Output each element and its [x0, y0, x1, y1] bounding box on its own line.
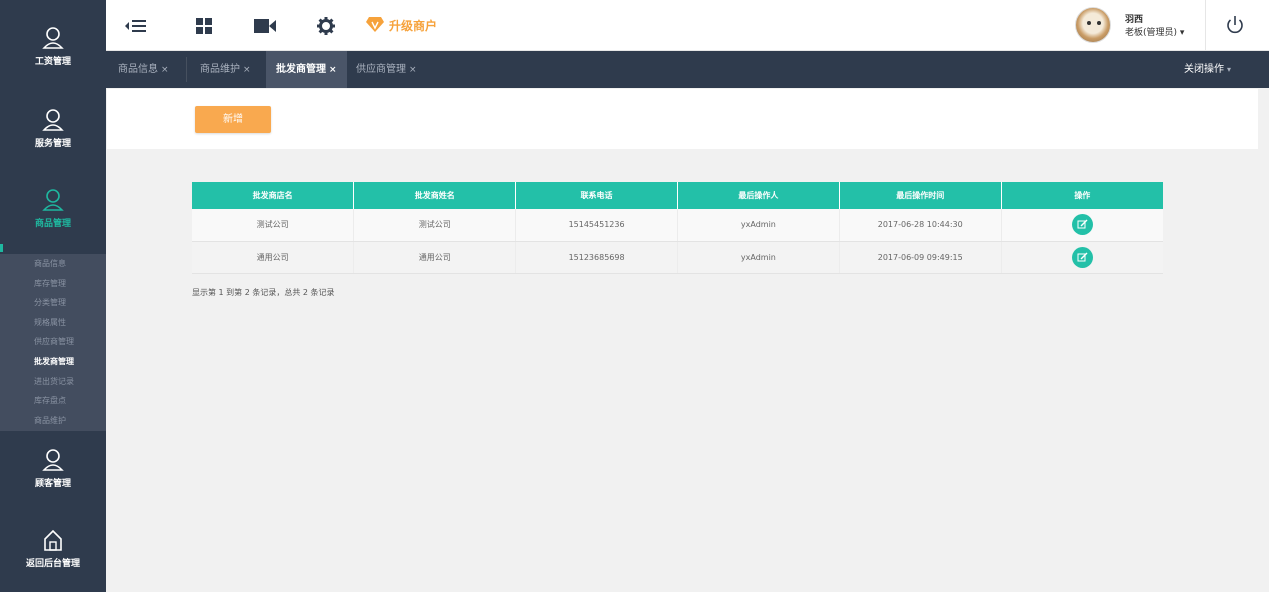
- avatar[interactable]: [1075, 7, 1111, 43]
- column-header[interactable]: 最后操作人: [677, 182, 840, 209]
- user-icon: [0, 448, 106, 472]
- tab-goods-maintain[interactable]: 商品维护 ×: [190, 51, 261, 88]
- user-role-label: 老板(管理员): [1125, 28, 1178, 38]
- top-header: 升级商户 羽西 老板(管理员) ▾: [106, 0, 1269, 51]
- cell-phone: 15123685698: [515, 241, 678, 274]
- close-operations-dropdown[interactable]: 关闭操作 ▾: [1184, 51, 1231, 88]
- upgrade-label: 升级商户: [389, 18, 438, 33]
- submenu-item[interactable]: 供应商管理: [0, 332, 106, 352]
- toolbar: 新增: [107, 89, 1258, 149]
- submenu-item[interactable]: 进出货记录: [0, 372, 106, 392]
- table-row: 测试公司 测试公司 15145451236 yxAdmin 2017-06-28…: [192, 209, 1163, 242]
- scroll-gutter: [1258, 89, 1269, 592]
- submenu-item[interactable]: 规格属性: [0, 313, 106, 333]
- table-row: 通用公司 通用公司 15123685698 yxAdmin 2017-06-09…: [192, 241, 1163, 274]
- cell-owner-name: 通用公司: [353, 241, 517, 274]
- upgrade-button[interactable]: 升级商户: [366, 14, 437, 36]
- video-icon[interactable]: [252, 14, 276, 38]
- nav-back-admin[interactable]: 返回后台管理: [0, 504, 106, 584]
- nav-goods[interactable]: 商品管理: [0, 164, 106, 244]
- caret-down-icon: ▾: [1179, 28, 1185, 38]
- close-icon[interactable]: ×: [409, 65, 417, 75]
- nav-label: 商品管理: [34, 219, 71, 229]
- nav-label: 返回后台管理: [25, 559, 80, 569]
- user-icon: [0, 188, 106, 212]
- cell-store-name: 通用公司: [192, 241, 355, 274]
- cell-actions: [1001, 209, 1163, 242]
- user-name: 羽西: [1125, 15, 1144, 25]
- power-icon[interactable]: [1224, 14, 1246, 36]
- tab-label: 商品信息: [118, 64, 158, 75]
- cell-store-name: 测试公司: [192, 209, 355, 242]
- submenu-item[interactable]: 库存盘点: [0, 391, 106, 411]
- tab-label: 供应商管理: [356, 64, 406, 75]
- settings-icon[interactable]: [314, 14, 338, 38]
- cell-actions: [1001, 241, 1163, 274]
- diamond-icon: [366, 15, 384, 36]
- tab-wholesaler[interactable]: 批发商管理 ×: [266, 51, 347, 88]
- user-icon: [0, 26, 106, 50]
- header-divider: [1205, 0, 1206, 51]
- tab-label: 批发商管理: [276, 64, 326, 75]
- nav-salary[interactable]: 工资管理: [0, 2, 106, 82]
- nav-label: 服务管理: [34, 139, 71, 149]
- close-icon[interactable]: ×: [161, 65, 169, 75]
- nav-service[interactable]: 服务管理: [0, 84, 106, 164]
- pagination-info: 显示第 1 到第 2 条记录，总共 2 条记录: [192, 288, 335, 297]
- submenu-item[interactable]: 商品信息: [0, 254, 106, 274]
- cell-operator: yxAdmin: [677, 209, 840, 242]
- close-icon[interactable]: ×: [329, 65, 337, 75]
- wholesaler-table: 批发商店名 批发商姓名 联系电话 最后操作人 最后操作时间 操作 测试公司 测试…: [192, 182, 1163, 274]
- submenu-item[interactable]: 库存管理: [0, 274, 106, 294]
- caret-down-icon: ▾: [1226, 65, 1231, 74]
- close-icon[interactable]: ×: [243, 65, 251, 75]
- nav-customer[interactable]: 顾客管理: [0, 424, 106, 504]
- column-header: 操作: [1001, 182, 1163, 209]
- table-header-row: 批发商店名 批发商姓名 联系电话 最后操作人 最后操作时间 操作: [192, 182, 1163, 209]
- submenu-item[interactable]: 分类管理: [0, 293, 106, 313]
- submenu-item-active[interactable]: 批发商管理: [0, 352, 106, 372]
- menu-toggle-icon[interactable]: [124, 14, 148, 38]
- tab-divider: [186, 57, 187, 82]
- close-ops-label: 关闭操作: [1183, 64, 1224, 75]
- column-header[interactable]: 最后操作时间: [839, 182, 1002, 209]
- cell-time: 2017-06-09 09:49:15: [839, 241, 1002, 274]
- tab-bar: 商品信息 × 商品维护 × 批发商管理 × 供应商管理 × 关闭操作 ▾: [106, 51, 1269, 88]
- tab-supplier[interactable]: 供应商管理 ×: [346, 51, 427, 88]
- submenu: 商品信息 库存管理 分类管理 规格属性 供应商管理 批发商管理 进出货记录 库存…: [0, 254, 106, 431]
- user-role-dropdown[interactable]: 老板(管理员) ▾: [1125, 25, 1184, 38]
- edit-icon[interactable]: [1071, 214, 1093, 236]
- add-button[interactable]: 新增: [195, 106, 271, 133]
- edit-icon[interactable]: [1071, 246, 1093, 268]
- user-icon: [0, 108, 106, 132]
- grid-icon[interactable]: [192, 14, 216, 38]
- cell-operator: yxAdmin: [677, 241, 840, 274]
- cell-phone: 15145451236: [515, 209, 678, 242]
- tab-goods-info[interactable]: 商品信息 ×: [108, 51, 179, 88]
- column-header[interactable]: 批发商姓名: [353, 182, 517, 209]
- column-header[interactable]: 批发商店名: [192, 182, 355, 209]
- cell-time: 2017-06-28 10:44:30: [839, 209, 1002, 242]
- nav-label: 工资管理: [34, 57, 71, 67]
- home-icon: [0, 528, 106, 552]
- nav-label: 顾客管理: [34, 479, 71, 489]
- column-header[interactable]: 联系电话: [515, 182, 678, 209]
- sidebar: 工资管理 服务管理 商品管理 商品信息 库存管理 分类管理 规格属性 供应商管理…: [0, 0, 106, 592]
- tab-label: 商品维护: [200, 64, 240, 75]
- cell-owner-name: 测试公司: [353, 209, 517, 242]
